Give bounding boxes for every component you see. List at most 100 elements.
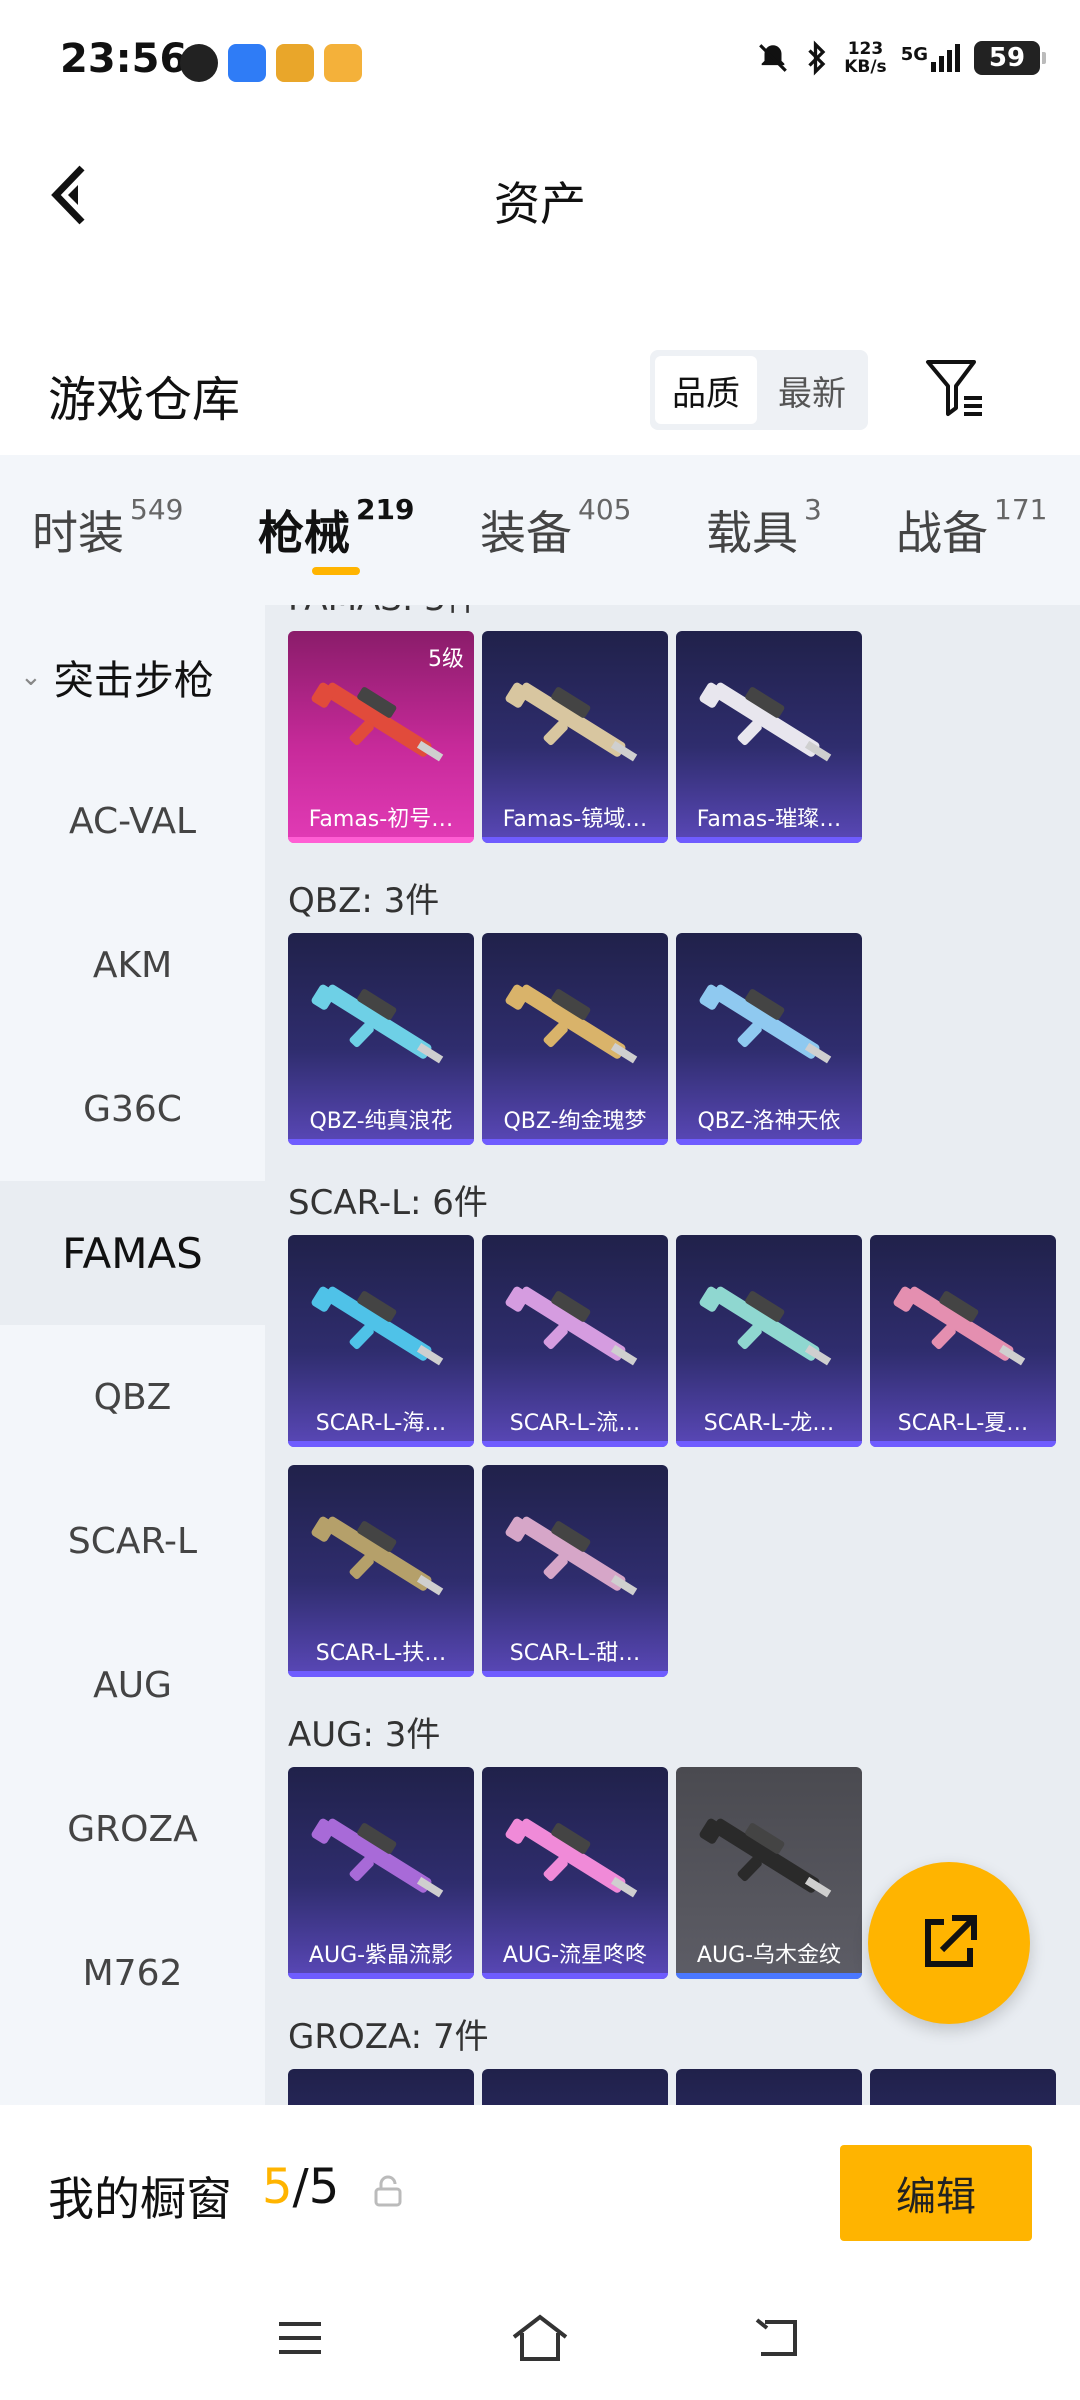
back-nav-button[interactable]: [745, 2308, 815, 2368]
weapon-skin-image: [311, 984, 444, 1064]
sidebar-item-famas[interactable]: FAMAS: [0, 1181, 265, 1325]
edit-button[interactable]: 编辑: [840, 2145, 1032, 2241]
tab-count: 3: [804, 493, 822, 526]
section-title: GROZA: 7件: [288, 2017, 489, 2057]
skin-name: SCAR-L-甜…: [509, 1641, 641, 1666]
weapon-skin-card[interactable]: SCAR-L-扶…: [288, 1465, 474, 1677]
sort-by-quality[interactable]: 品质: [655, 356, 757, 424]
weapon-skin-card[interactable]: [870, 2069, 1056, 2105]
weapon-skin-card[interactable]: SCAR-L-甜…: [482, 1465, 668, 1677]
tab-supplies[interactable]: 战备 171: [896, 493, 1047, 563]
app-notification-icon: [180, 44, 218, 82]
weapon-skin-image: [311, 1818, 444, 1898]
sidebar-item-qbz[interactable]: QBZ: [0, 1325, 265, 1469]
rarity-bar: [676, 1139, 862, 1145]
showcase-count-current: 5: [262, 2159, 293, 2215]
skin-name: AUG-流星咚咚: [502, 1943, 648, 1968]
bluetooth-icon: [808, 40, 826, 76]
weapon-skin-card[interactable]: QBZ-洛神天依: [676, 933, 862, 1145]
weapon-skin-card[interactable]: SCAR-L-夏…: [870, 1235, 1056, 1447]
sidebar-item-g36c[interactable]: G36C: [0, 1037, 265, 1181]
share-fab[interactable]: [868, 1862, 1030, 2024]
broadcast-app-icon: [228, 44, 266, 82]
network-type: 5G: [900, 44, 928, 65]
tab-equipment[interactable]: 装备 405: [480, 493, 631, 563]
sidebar-item-m762[interactable]: M762: [0, 1901, 265, 2045]
weapon-skin-image: [311, 1516, 444, 1596]
rarity-bar: [870, 1441, 1056, 1447]
weapon-skin-card[interactable]: Famas-璀璨…: [676, 631, 862, 843]
warehouse-header: 游戏仓库 品质 最新: [0, 320, 1080, 450]
weapon-skin-image: [505, 1516, 638, 1596]
sort-by-newest[interactable]: 最新: [761, 356, 863, 424]
weapon-skin-image: [311, 682, 444, 762]
skin-name: SCAR-L-龙…: [703, 1411, 835, 1436]
skin-name: Famas-镜域…: [502, 807, 648, 832]
weapon-skin-card[interactable]: [288, 2069, 474, 2105]
section-title: AUG: 3件: [288, 1715, 441, 1755]
sidebar-item-scar-l[interactable]: SCAR-L: [0, 1469, 265, 1613]
tab-guns[interactable]: 枪械 219: [258, 493, 414, 563]
tab-fashion[interactable]: 时装 549: [32, 493, 183, 563]
home-button[interactable]: [505, 2308, 575, 2368]
weapon-skin-card[interactable]: [676, 2069, 862, 2105]
weapon-skin-card[interactable]: AUG-流星咚咚: [482, 1767, 668, 1979]
weapon-skin-image: [699, 1818, 832, 1898]
home-icon: [512, 2314, 568, 2361]
weapon-skin-card[interactable]: SCAR-L-流…: [482, 1235, 668, 1447]
rarity-bar: [482, 1139, 668, 1145]
showcase-count-total: /5: [292, 2159, 340, 2215]
battery-level: 59: [988, 43, 1026, 73]
menu-button[interactable]: [265, 2308, 335, 2368]
weapon-skin-card[interactable]: Famas-镜域…: [482, 631, 668, 843]
skin-name: AUG-紫晶流影: [308, 1943, 454, 1968]
skin-name: SCAR-L-扶…: [315, 1641, 447, 1666]
section-title: QBZ: 3件: [288, 881, 440, 921]
tab-vehicles[interactable]: 载具 3: [706, 493, 822, 563]
sidebar-item-aug[interactable]: AUG: [0, 1613, 265, 1757]
skin-name: QBZ-纯真浪花: [309, 1109, 453, 1134]
clock: 23:56: [60, 36, 188, 82]
signal-icon: 5G: [901, 44, 960, 72]
weapon-skin-card[interactable]: QBZ-绚金瑰梦: [482, 933, 668, 1145]
weapon-skin-card[interactable]: [482, 2069, 668, 2105]
sidebar-group-assault-rifles[interactable]: ⌄ 突击步枪: [0, 605, 265, 749]
showcase-bar: 我的橱窗 5/5 编辑: [0, 2105, 1080, 2280]
weapon-skin-image: [311, 1286, 444, 1366]
battery-icon: 59: [974, 41, 1046, 75]
rarity-bar: [676, 1441, 862, 1447]
rarity-bar: [288, 1671, 474, 1677]
rarity-bar: [482, 1441, 668, 1447]
active-tab-indicator: [312, 567, 360, 575]
tab-count: 405: [578, 493, 632, 526]
weapon-skin-image: [699, 682, 832, 762]
mute-bell-icon: [759, 44, 788, 72]
sidebar-item-akm[interactable]: AKM: [0, 893, 265, 1037]
game-app-icon: [276, 44, 314, 82]
weapon-skin-image: [505, 682, 638, 762]
tab-label: 枪械: [258, 506, 350, 560]
sort-toggle: 品质 最新: [650, 350, 868, 430]
system-indicators: 123 KB/s 5G 59: [756, 40, 1046, 77]
filter-button[interactable]: [920, 352, 990, 422]
rarity-bar: [676, 1973, 862, 1979]
skin-name: Famas-初号…: [308, 807, 454, 832]
rarity-bar: [288, 1441, 474, 1447]
sidebar-item-groza[interactable]: GROZA: [0, 1757, 265, 1901]
filter-icon: [926, 360, 982, 416]
page-title: 资产: [494, 177, 586, 231]
weapon-category-list: ⌄ 突击步枪 AC-VAL AKM G36C FAMAS QBZ SCAR-L A…: [0, 605, 265, 2105]
weapon-skin-card[interactable]: SCAR-L-龙…: [676, 1235, 862, 1447]
section-title: SCAR-L: 6件: [288, 1183, 488, 1223]
menu-icon: [279, 2322, 321, 2354]
weapon-skin-card[interactable]: SCAR-L-海…: [288, 1235, 474, 1447]
weapon-skin-card[interactable]: AUG-乌木金纹: [676, 1767, 862, 1979]
net-speed-unit: KB/s: [844, 57, 887, 77]
return-icon: [755, 2318, 797, 2356]
weapon-skin-image: [893, 1286, 1026, 1366]
weapon-skin-card[interactable]: AUG-紫晶流影: [288, 1767, 474, 1979]
weapon-skin-card[interactable]: QBZ-纯真浪花: [288, 933, 474, 1145]
sidebar-item-ac-val[interactable]: AC-VAL: [0, 749, 265, 893]
weapon-skin-card[interactable]: 5级 Famas-初号…: [288, 631, 474, 843]
target-app-icon: [324, 44, 362, 82]
